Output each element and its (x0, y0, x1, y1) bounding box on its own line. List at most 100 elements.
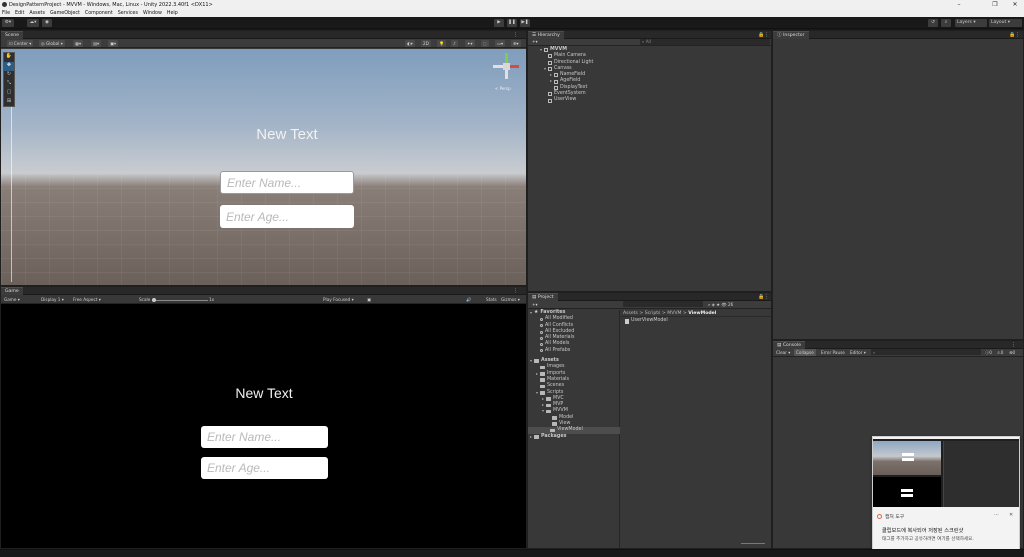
scale-control[interactable]: Scale 1x (137, 296, 223, 303)
game-name-field[interactable]: Enter Name... (201, 426, 328, 448)
icon-size-slider[interactable] (741, 543, 765, 544)
maximize-button[interactable]: ❐ (986, 0, 1004, 9)
rect-tool-icon[interactable]: ▢ (4, 89, 14, 98)
minimize-button[interactable]: – (950, 0, 968, 9)
clear-button[interactable]: Clear ▾ (774, 349, 792, 356)
display-dropdown[interactable]: Display 1 ▾ (39, 296, 66, 303)
menu-services[interactable]: Services (118, 11, 138, 16)
menu-help[interactable]: Help (167, 11, 178, 16)
shading-dropdown[interactable]: ◐▾ (405, 40, 415, 47)
tab-game[interactable]: Game (1, 287, 23, 295)
orientation-gizmo[interactable] (493, 53, 521, 83)
project-search-input[interactable] (623, 301, 703, 307)
editor-dropdown[interactable]: Editor ▾ (848, 349, 868, 356)
tab-scene[interactable]: Scene (1, 31, 24, 39)
cloud-icon[interactable]: ☁▾ (27, 19, 39, 27)
folder-icon (546, 403, 551, 408)
aspect-dropdown[interactable]: Free Aspect ▾ (71, 296, 103, 303)
pivot-dropdown[interactable]: ⊡ Center ▾ (7, 40, 34, 47)
hierarchy-item[interactable]: UserView (540, 97, 593, 103)
console-menu-icon[interactable]: ⋮ (1011, 341, 1016, 349)
scene-display-text[interactable]: New Text (237, 126, 337, 143)
gizmos-dropdown[interactable]: ⊕▾ (511, 40, 521, 47)
breadcrumb-item[interactable]: ViewModel (688, 311, 716, 316)
stats-button[interactable]: Stats (484, 296, 499, 303)
file-item[interactable]: UserViewModel (625, 318, 668, 324)
hidden-objects-button[interactable]: ◌ (481, 40, 489, 47)
close-button[interactable]: ✕ (1006, 0, 1024, 9)
snip-notification[interactable]: 캡처 도구 ··· ✕ 클립보드에 복사되어 저장된 스크린샷 태그를 추가하고… (872, 436, 1020, 551)
game-viewport[interactable]: New Text Enter Name... Enter Age... (1, 305, 526, 548)
menu-component[interactable]: Component (85, 11, 113, 16)
inspector-lock-icon[interactable]: 🔒⋮ (1009, 31, 1020, 39)
game-view-dropdown[interactable]: Game ▾ (2, 296, 22, 303)
scene-age-field[interactable]: Enter Age... (220, 205, 354, 228)
notification-close-icon[interactable]: ✕ (1009, 512, 1013, 518)
scale-slider[interactable] (151, 297, 208, 302)
project-add-button[interactable]: +▾ (530, 301, 540, 308)
transform-tool-icon[interactable]: ⊞ (4, 98, 14, 107)
rotate-tool-icon[interactable]: ↻ (4, 71, 14, 80)
warning-count[interactable]: ⚠0 (995, 349, 1005, 356)
snip-thumbnail[interactable] (873, 439, 1019, 507)
global-dropdown[interactable]: ◎ Global ▾ (39, 40, 65, 47)
play-focused-dropdown[interactable]: Play Focused ▾ (321, 296, 356, 303)
game-age-field[interactable]: Enter Age... (201, 457, 328, 479)
game-menu-icon[interactable]: ⋮ (513, 287, 518, 295)
menu-edit[interactable]: Edit (15, 11, 24, 16)
camera-dropdown[interactable]: ▭▾ (495, 40, 506, 47)
move-tool-icon[interactable]: ✥ (4, 62, 14, 71)
account-button[interactable]: ⚙▾ (2, 19, 14, 27)
search-icon (540, 330, 543, 334)
frame-debugger-icon[interactable]: ▣ (365, 296, 373, 303)
breadcrumb-item[interactable]: Assets (623, 311, 638, 316)
log-count[interactable]: ⓘ0 (983, 349, 994, 356)
lighting-toggle[interactable]: 💡 (437, 40, 447, 47)
project-menu-icon[interactable]: 🔒⋮ (758, 293, 769, 301)
breadcrumb-item[interactable]: MVVM (667, 311, 681, 316)
tab-hierarchy[interactable]: ☰ Hierarchy (528, 31, 564, 39)
console-search-input[interactable]: ⌕ (871, 349, 981, 355)
menu-gameobject[interactable]: GameObject (50, 11, 80, 16)
tab-console[interactable]: ▤ Console (773, 341, 806, 349)
mode-2d-button[interactable]: 2D (421, 40, 431, 47)
snap-increment-button[interactable]: ▤▾ (91, 40, 102, 47)
render-mode-button[interactable]: ▣▾ (108, 40, 119, 47)
tab-hierarchy-label: Hierarchy (537, 33, 560, 38)
scene-viewport[interactable]: New Text Enter Name... Enter Age... < Pe… (1, 49, 526, 285)
scale-tool-icon[interactable]: ⤡ (4, 80, 14, 89)
scene-menu-icon[interactable]: ⋮ (513, 31, 518, 39)
error-count[interactable]: ⊗0 (1007, 349, 1017, 356)
layers-dropdown[interactable]: Layers ▾ (955, 19, 987, 27)
step-button[interactable]: ▶❚ (520, 19, 530, 27)
hierarchy-add-button[interactable]: +▾ (530, 39, 540, 45)
packages-header[interactable]: ▸ Packages (530, 434, 620, 440)
gizmos-button[interactable]: Gizmos ▾ (499, 296, 522, 303)
menu-file[interactable]: File (2, 11, 10, 16)
tab-inspector[interactable]: ⓘ Inspector (773, 31, 809, 39)
search-icon[interactable]: ⌕ (941, 19, 951, 27)
notification-more-icon[interactable]: ··· (994, 512, 999, 518)
audio-toggle[interactable]: ♪ (451, 40, 458, 47)
grid-snap-button[interactable]: ▦▾ (73, 40, 84, 47)
tab-project[interactable]: ▤ Project (528, 293, 558, 301)
project-filter-icons[interactable]: ⌕ ◈ ★ 👁 26 (706, 301, 735, 308)
mute-audio-icon[interactable]: 🔊 (464, 296, 473, 303)
hierarchy-search-input[interactable]: ⌕ All (640, 39, 770, 45)
menu-window[interactable]: Window (143, 11, 162, 16)
collapse-toggle[interactable]: Collapse (794, 349, 816, 356)
hand-tool-icon[interactable]: ✋ (4, 53, 14, 62)
pause-button[interactable]: ❚❚ (507, 19, 517, 27)
breadcrumb-item[interactable]: Scripts (645, 311, 661, 316)
collab-icon[interactable]: ◉ (42, 19, 52, 27)
scene-name-field[interactable]: Enter Name... (220, 171, 354, 194)
history-icon[interactable]: ↺ (928, 19, 938, 27)
error-pause-toggle[interactable]: Error Pause (819, 349, 847, 356)
layout-dropdown[interactable]: Layout ▾ (989, 19, 1022, 27)
effects-dropdown[interactable]: ✦▾ (465, 40, 475, 47)
hierarchy-lock-icon[interactable]: 🔒⋮ (758, 31, 769, 39)
play-button[interactable]: ▶ (494, 19, 504, 27)
projection-label[interactable]: < Persp (495, 86, 511, 91)
menu-assets[interactable]: Assets (29, 11, 45, 16)
scale-slider-handle[interactable] (151, 297, 156, 302)
